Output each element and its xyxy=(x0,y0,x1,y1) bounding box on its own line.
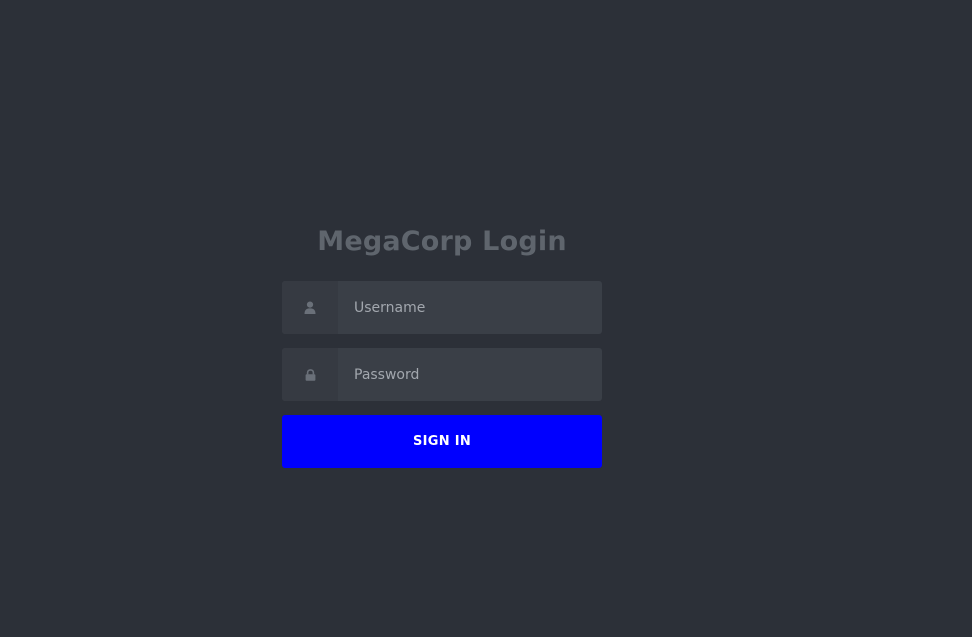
user-icon xyxy=(282,281,338,334)
password-field xyxy=(282,348,602,401)
lock-icon xyxy=(282,348,338,401)
username-field xyxy=(282,281,602,334)
password-input[interactable] xyxy=(338,348,602,401)
login-form: MegaCorp Login SIGN IN xyxy=(282,222,602,468)
login-page: MegaCorp Login SIGN IN xyxy=(0,0,972,637)
username-input[interactable] xyxy=(338,281,602,334)
page-title: MegaCorp Login xyxy=(317,226,567,257)
sign-in-button[interactable]: SIGN IN xyxy=(282,415,602,468)
